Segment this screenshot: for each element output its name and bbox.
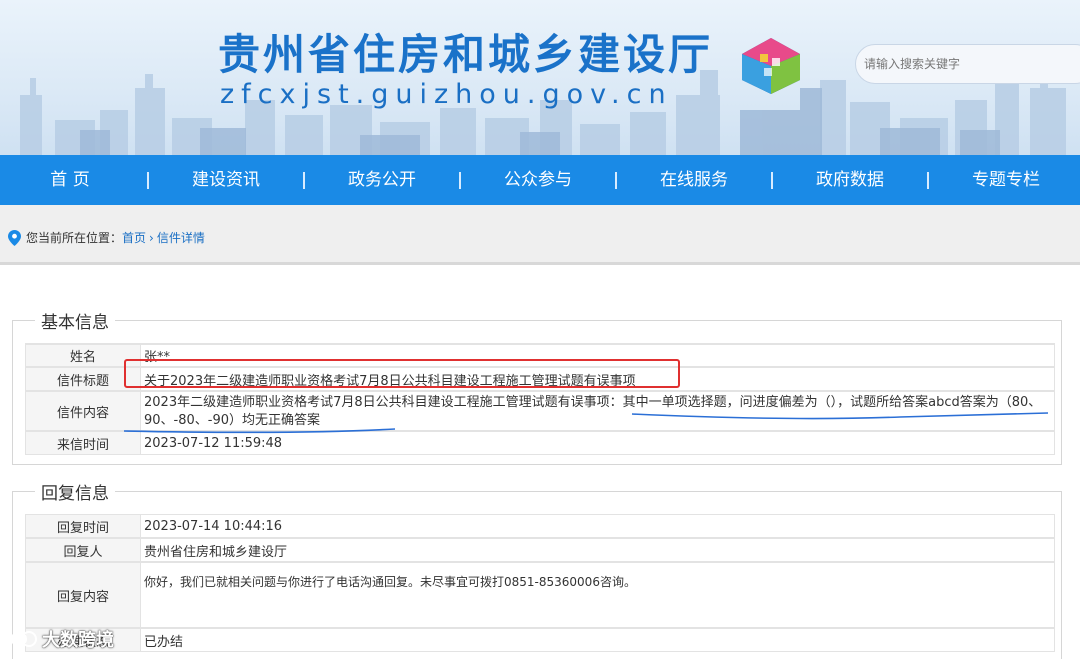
nav-separator	[459, 172, 461, 189]
nav-item-home[interactable]: 首 页	[24, 155, 116, 205]
row-value: 已办结	[144, 634, 184, 650]
nav-item-construction-news[interactable]: 建设资讯	[180, 155, 272, 205]
table-row: 来信时间 2023-07-12 11:59:48	[25, 431, 1055, 455]
nav-item-public-participation[interactable]: 公众参与	[492, 155, 584, 205]
row-label: 回复内容	[26, 563, 141, 627]
nav-separator	[615, 172, 617, 189]
row-label: 来信时间	[26, 432, 141, 454]
site-title: 贵州省住房和城乡建设厅	[218, 30, 714, 79]
site-url: zfcxjst.guizhou.gov.cn	[220, 79, 673, 110]
breadcrumb-prefix: 您当前所在位置：	[26, 231, 123, 245]
row-label: 回复人	[26, 539, 141, 561]
nav-item-online-services[interactable]: 在线服务	[648, 155, 740, 205]
department-logo-icon	[742, 38, 800, 94]
table-row: 回复人 贵州省住房和城乡建设厅	[25, 538, 1055, 562]
watermark: 大数跨境	[10, 626, 114, 652]
basic-info-legend: 基本信息	[35, 308, 115, 333]
row-value: 贵州省住房和城乡建设厅	[144, 544, 288, 560]
search-input[interactable]	[864, 53, 1074, 75]
basic-info-panel: 基本信息 姓名 张** 信件标题 关于2023年二级建造师职业资格考试7月8日公…	[12, 308, 1062, 465]
row-value: 2023-07-14 10:44:16	[144, 518, 283, 534]
reply-info-panel: 回复信息 回复时间 2023-07-14 10:44:16 回复人 贵州省住房和…	[12, 479, 1062, 659]
row-value: 2023-07-12 11:59:48	[144, 435, 283, 451]
reply-info-legend: 回复信息	[35, 479, 115, 504]
row-label: 回复时间	[26, 515, 141, 537]
location-pin-icon	[8, 229, 21, 246]
breadcrumb-bar: 您当前所在位置： 首页 › 信件详情	[0, 205, 1080, 265]
watermark-text: 大数跨境	[42, 630, 114, 651]
nav-item-government-data[interactable]: 政府数据	[804, 155, 896, 205]
breadcrumb: 您当前所在位置： 首页 › 信件详情	[8, 229, 205, 246]
nav-separator	[147, 172, 149, 189]
nav-separator	[303, 172, 305, 189]
underline-annotation	[123, 412, 1049, 434]
breadcrumb-separator: ›	[149, 230, 154, 245]
row-value: 你好，我们已就相关问题与你进行了电话沟通回复。未尽事宜可拨打0851-85360…	[144, 575, 636, 589]
nav-separator	[771, 172, 773, 189]
table-row: 回复时间 2023-07-14 10:44:16	[25, 514, 1055, 538]
site-header: 贵州省住房和城乡建设厅 zfcxjst.guizhou.gov.cn	[0, 0, 1080, 155]
nav-item-special-topics[interactable]: 专题专栏	[960, 155, 1052, 205]
table-row: 办理状态 已办结	[25, 628, 1055, 652]
breadcrumb-home-link[interactable]: 首页	[122, 229, 146, 246]
breadcrumb-current: 信件详情	[156, 231, 205, 245]
highlight-box	[124, 359, 680, 388]
table-row	[25, 343, 1055, 345]
nav-item-government-affairs[interactable]: 政务公开	[336, 155, 428, 205]
search-box	[855, 44, 1080, 84]
main-nav: 首 页 建设资讯 政务公开 公众参与 在线服务 政府数据 专题专栏	[0, 155, 1080, 205]
nav-separator	[927, 172, 929, 189]
watermark-logo-icon	[11, 631, 37, 647]
table-row: 回复内容 你好，我们已就相关问题与你进行了电话沟通回复。未尽事宜可拨打0851-…	[25, 562, 1055, 628]
